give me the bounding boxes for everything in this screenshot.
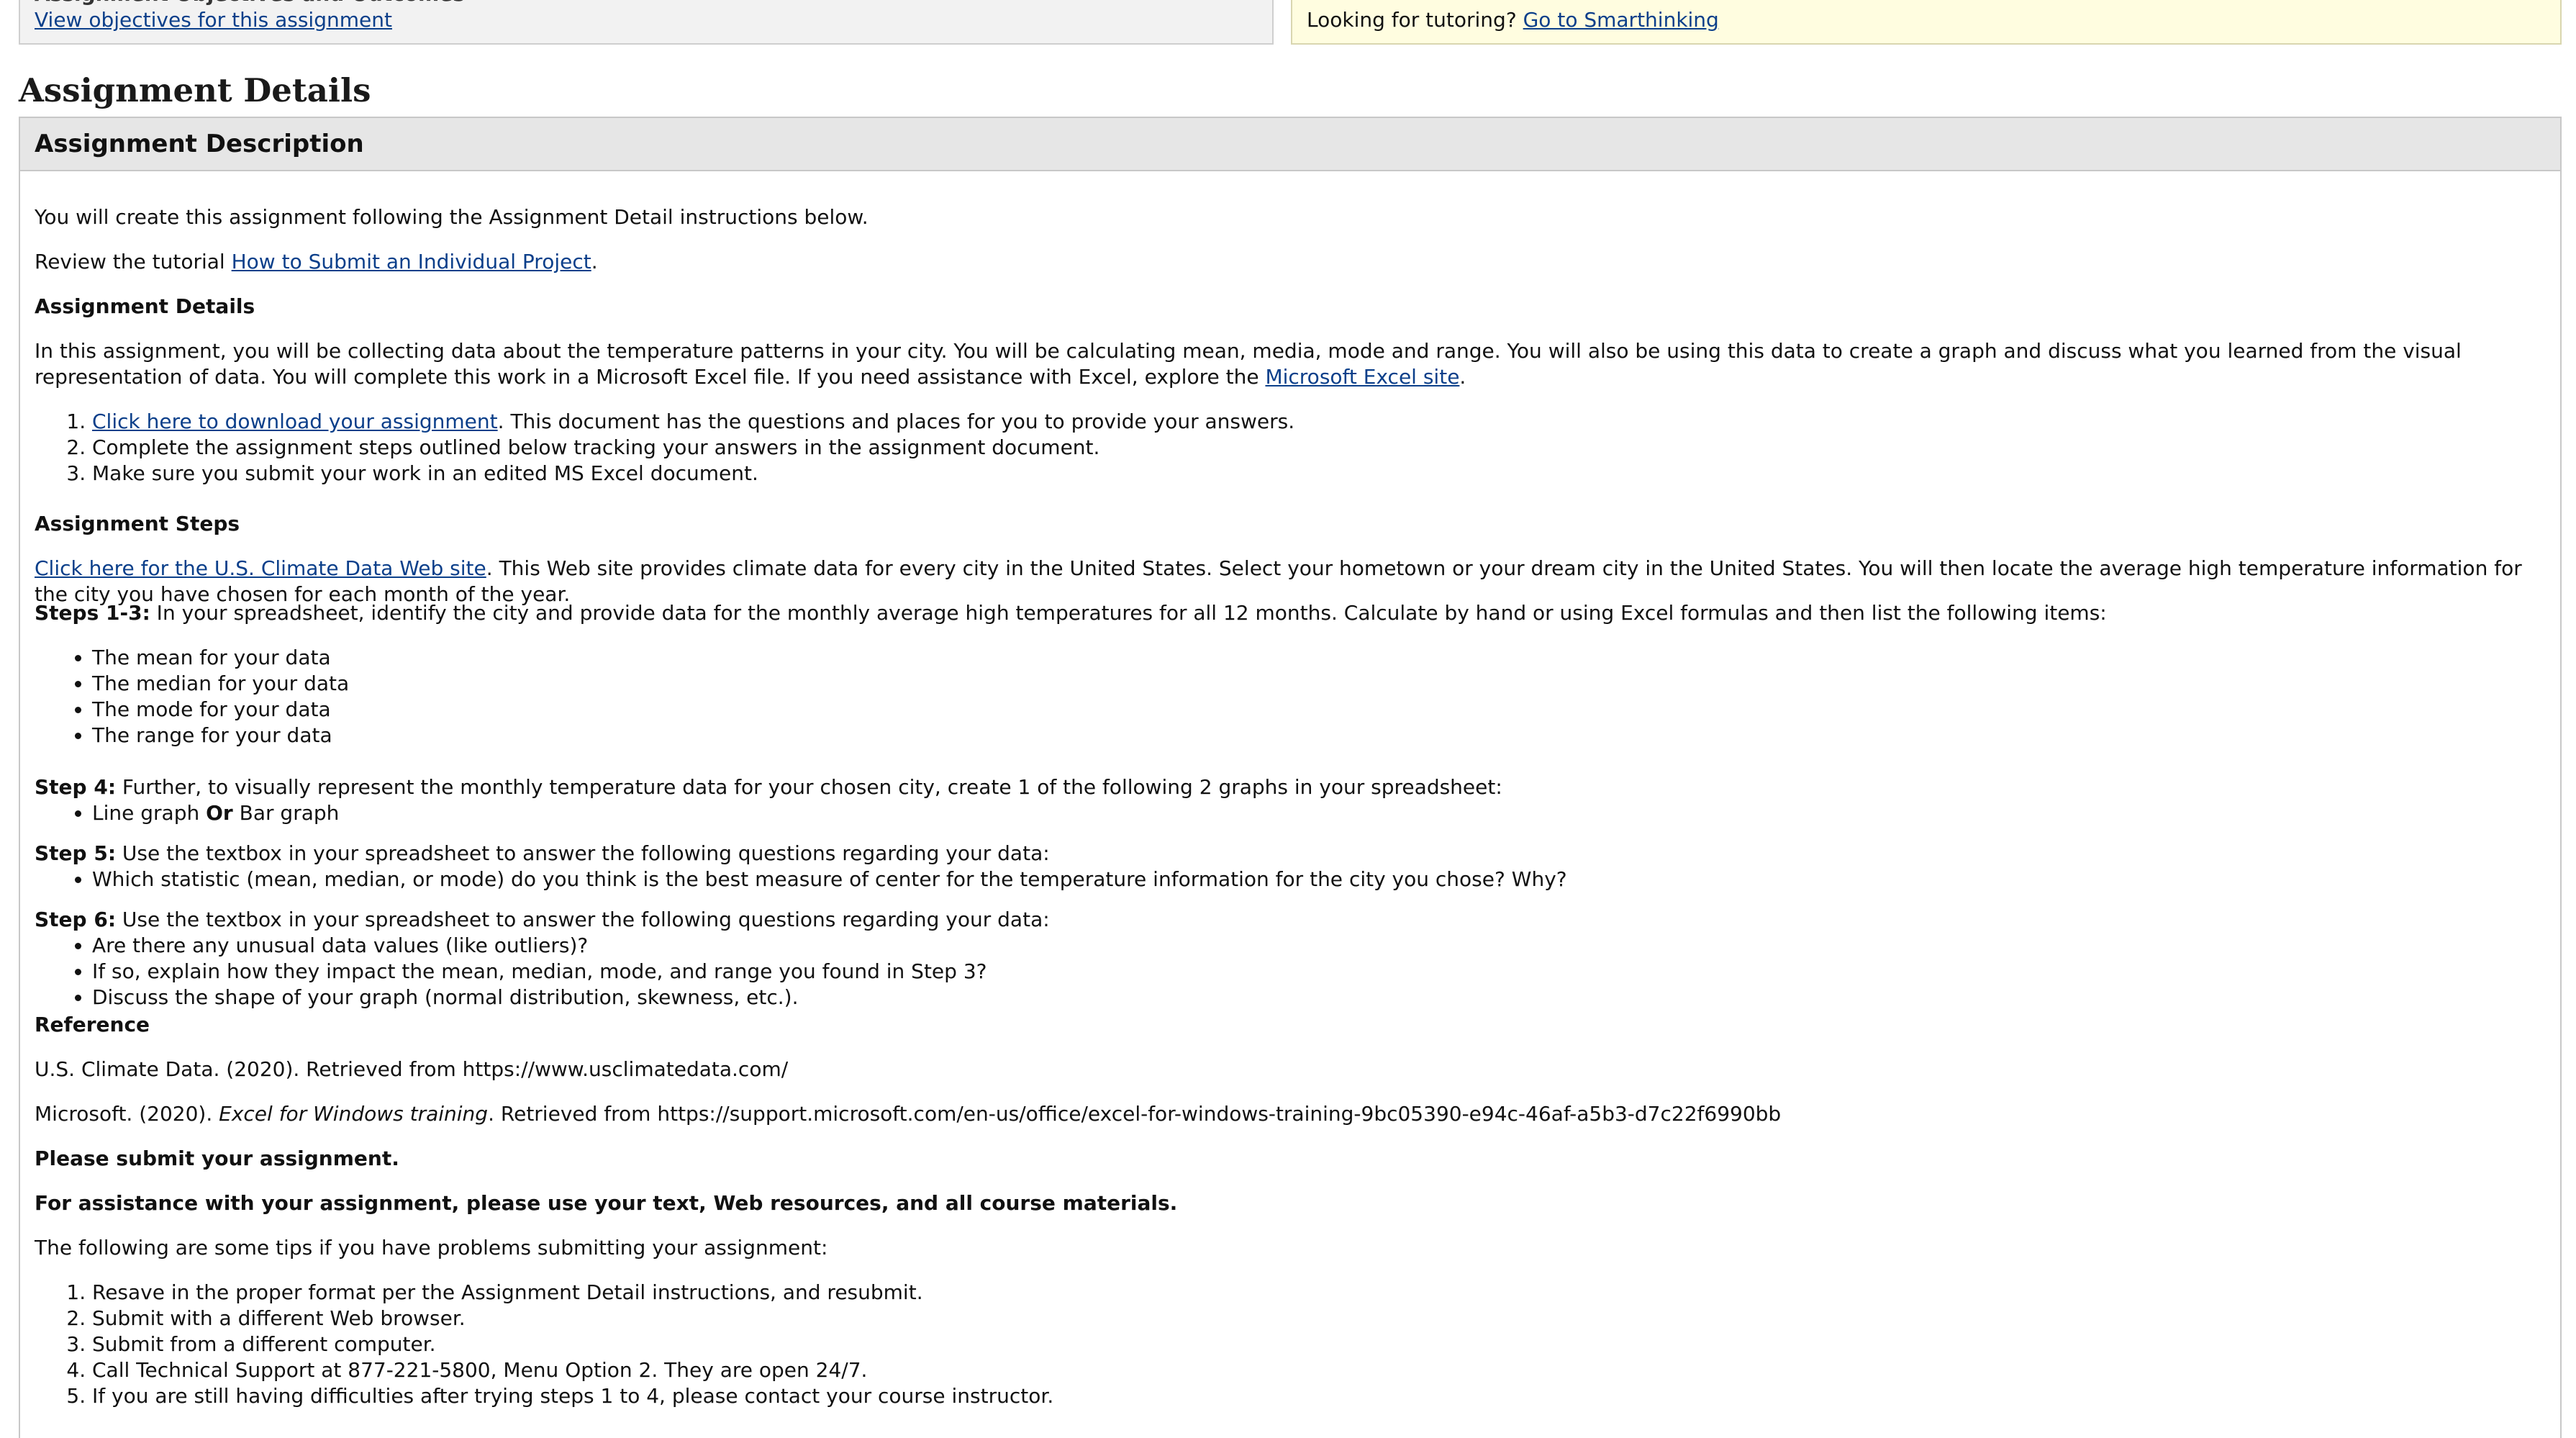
list-item: If you are still having difficulties aft… [92, 1383, 2546, 1409]
tutoring-box: Looking for tutoring? Go to Smarthinking [1291, 0, 2562, 45]
list-item: The median for your data [92, 671, 2546, 697]
step6-paragraph: Step 6: Use the textbox in your spreadsh… [35, 907, 2546, 933]
step4-list: Line graph Or Bar graph [35, 800, 2546, 826]
steps13-paragraph: Steps 1-3: In your spreadsheet, identify… [35, 600, 2546, 626]
list-item: Complete the assignment steps outlined b… [92, 435, 2546, 461]
reference-2-title: Excel for Windows training [219, 1102, 489, 1126]
tutorial-link[interactable]: How to Submit an Individual Project [232, 250, 591, 273]
tips-list: Resave in the proper format per the Assi… [35, 1280, 2546, 1409]
list-item: If so, explain how they impact the mean,… [92, 959, 2546, 985]
list-item: Which statistic (mean, median, or mode) … [92, 867, 2546, 892]
steps13-text: In your spreadsheet, identify the city a… [150, 601, 2107, 625]
graph-option-or: Or [206, 801, 233, 825]
list-item: The mode for your data [92, 697, 2546, 723]
step5-list: Which statistic (mean, median, or mode) … [35, 867, 2546, 892]
assistance-note: For assistance with your assignment, ple… [35, 1191, 1178, 1215]
graph-option-bar: Bar graph [232, 801, 340, 825]
objectives-cutoff-text: Assignment Objectives and Outcomes [35, 0, 465, 4]
list-item: Click here to download your assignment. … [92, 409, 2546, 435]
submit-note: Please submit your assignment. [35, 1147, 399, 1170]
list-item: Call Technical Support at 877-221-5800, … [92, 1357, 2546, 1383]
list-item: The range for your data [92, 723, 2546, 749]
tutoring-prefix: Looking for tutoring? [1307, 8, 1517, 32]
step4-text: Further, to visually represent the month… [116, 775, 1502, 799]
list-item: Resave in the proper format per the Assi… [92, 1280, 2546, 1306]
tips-intro: The following are some tips if you have … [35, 1236, 828, 1260]
instructions-list: Click here to download your assignment. … [35, 409, 2546, 487]
steps-heading: Assignment Steps [35, 512, 240, 535]
page: Assignment Objectives and Outcomes View … [0, 0, 2576, 1438]
section-title: Assignment Details [19, 71, 371, 109]
reference-2-prefix: Microsoft. (2020). [35, 1102, 219, 1126]
microsoft-excel-link[interactable]: Microsoft Excel site [1265, 365, 1459, 389]
steps13-label: Steps 1-3: [35, 601, 150, 625]
top-info-row: Assignment Objectives and Outcomes View … [19, 0, 2562, 46]
step5-paragraph: Step 5: Use the textbox in your spreadsh… [35, 841, 2546, 867]
step5-label: Step 5: [35, 841, 117, 865]
list-item: Submit from a different computer. [92, 1331, 2546, 1357]
assignment-description-panel: Assignment Description You will create t… [19, 117, 2562, 1438]
tutorial-prefix: Review the tutorial [35, 250, 225, 273]
reference-heading: Reference [35, 1013, 150, 1036]
step6-label: Step 6: [35, 908, 117, 931]
tutorial-line: Review the tutorial How to Submit an Ind… [35, 249, 2546, 275]
details-text: In this assignment, you will be collecti… [35, 339, 2462, 389]
tutorial-suffix: . [591, 250, 598, 273]
graph-option-line: Line graph [92, 801, 207, 825]
smarthinking-link[interactable]: Go to Smarthinking [1523, 8, 1719, 32]
list-item: Line graph Or Bar graph [92, 800, 2546, 826]
intro-text: You will create this assignment followin… [35, 205, 869, 229]
list-item-text: Make sure you submit your work in an edi… [92, 461, 758, 485]
excel-suffix: . [1459, 365, 1466, 389]
reference-2-suffix: . Retrieved from https://support.microso… [488, 1102, 1782, 1126]
step5-text: Use the textbox in your spreadsheet to a… [116, 841, 1050, 865]
list-item: Make sure you submit your work in an edi… [92, 461, 2546, 487]
reference-1: U.S. Climate Data. (2020). Retrieved fro… [35, 1057, 789, 1081]
list-item-text: . This document has the questions and pl… [497, 410, 1295, 433]
details-heading: Assignment Details [35, 294, 255, 318]
stats-list: The mean for your data The median for yo… [35, 645, 2546, 749]
step4-paragraph: Step 4: Further, to visually represent t… [35, 774, 2546, 800]
details-paragraph: In this assignment, you will be collecti… [35, 338, 2546, 390]
list-item: Submit with a different Web browser. [92, 1306, 2546, 1331]
objectives-box: Assignment Objectives and Outcomes View … [19, 0, 1274, 45]
download-assignment-link[interactable]: Click here to download your assignment [92, 410, 498, 433]
step6-text: Use the textbox in your spreadsheet to a… [116, 908, 1050, 931]
panel-header: Assignment Description [20, 118, 2560, 171]
list-item: Discuss the shape of your graph (normal … [92, 985, 2546, 1010]
list-item: The mean for your data [92, 645, 2546, 671]
step4-label: Step 4: [35, 775, 117, 799]
list-item: Are there any unusual data values (like … [92, 933, 2546, 959]
climate-data-link[interactable]: Click here for the U.S. Climate Data Web… [35, 556, 486, 580]
reference-2: Microsoft. (2020). Excel for Windows tra… [35, 1101, 2546, 1127]
step6-list: Are there any unusual data values (like … [35, 933, 2546, 1010]
list-item-text: Complete the assignment steps outlined b… [92, 435, 1100, 459]
view-objectives-link[interactable]: View objectives for this assignment [35, 8, 392, 32]
